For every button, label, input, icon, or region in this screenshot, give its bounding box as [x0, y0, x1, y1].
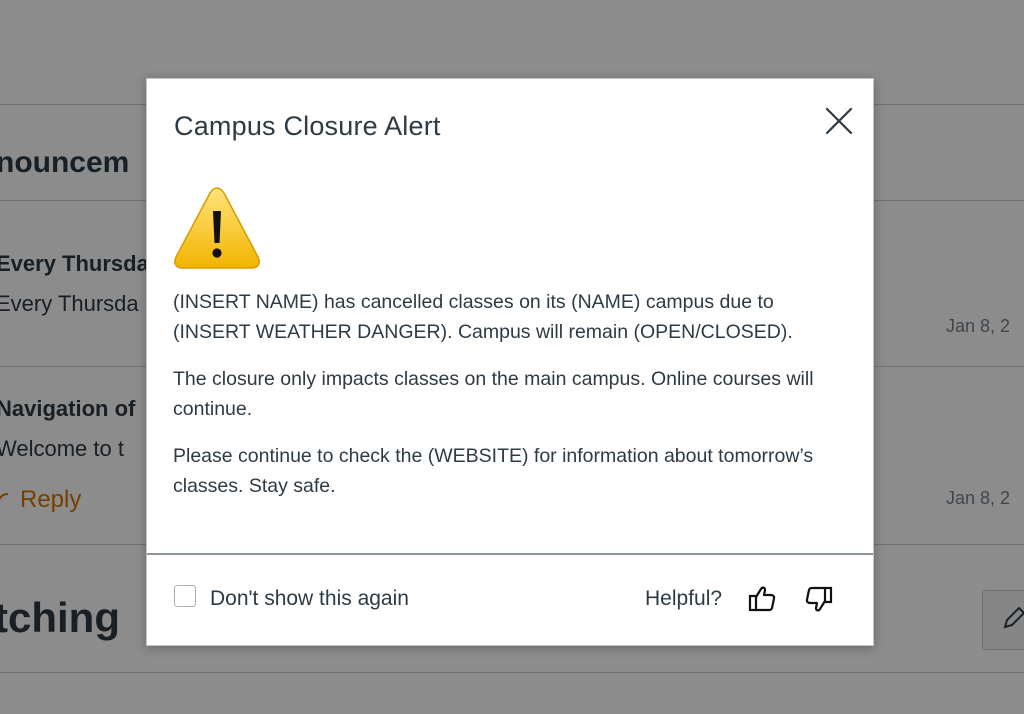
body-paragraph: Please continue to check the (WEBSITE) f…	[173, 445, 814, 497]
dialog-body: (INSERT NAME) has cancelled classes on i…	[173, 287, 833, 518]
thumbs-down-button[interactable]	[804, 584, 834, 614]
close-icon	[825, 107, 853, 135]
thumbs-up-icon	[748, 586, 776, 612]
thumbs-down-icon	[805, 586, 833, 612]
campus-closure-dialog: Campus Closure Alert (INSERT NAME) has c…	[146, 78, 874, 646]
helpful-label: Helpful?	[645, 587, 723, 610]
thumbs-up-button[interactable]	[747, 584, 777, 614]
dont-show-again-label[interactable]: Don't show this again	[210, 587, 409, 611]
body-paragraph: (INSERT NAME) has cancelled classes on i…	[173, 291, 793, 343]
dont-show-again-checkbox[interactable]	[174, 585, 196, 607]
warning-icon	[172, 185, 262, 276]
close-button[interactable]	[823, 105, 855, 137]
dialog-title: Campus Closure Alert	[174, 111, 441, 141]
body-paragraph: The closure only impacts classes on the …	[173, 368, 814, 420]
footer-divider	[147, 553, 873, 555]
